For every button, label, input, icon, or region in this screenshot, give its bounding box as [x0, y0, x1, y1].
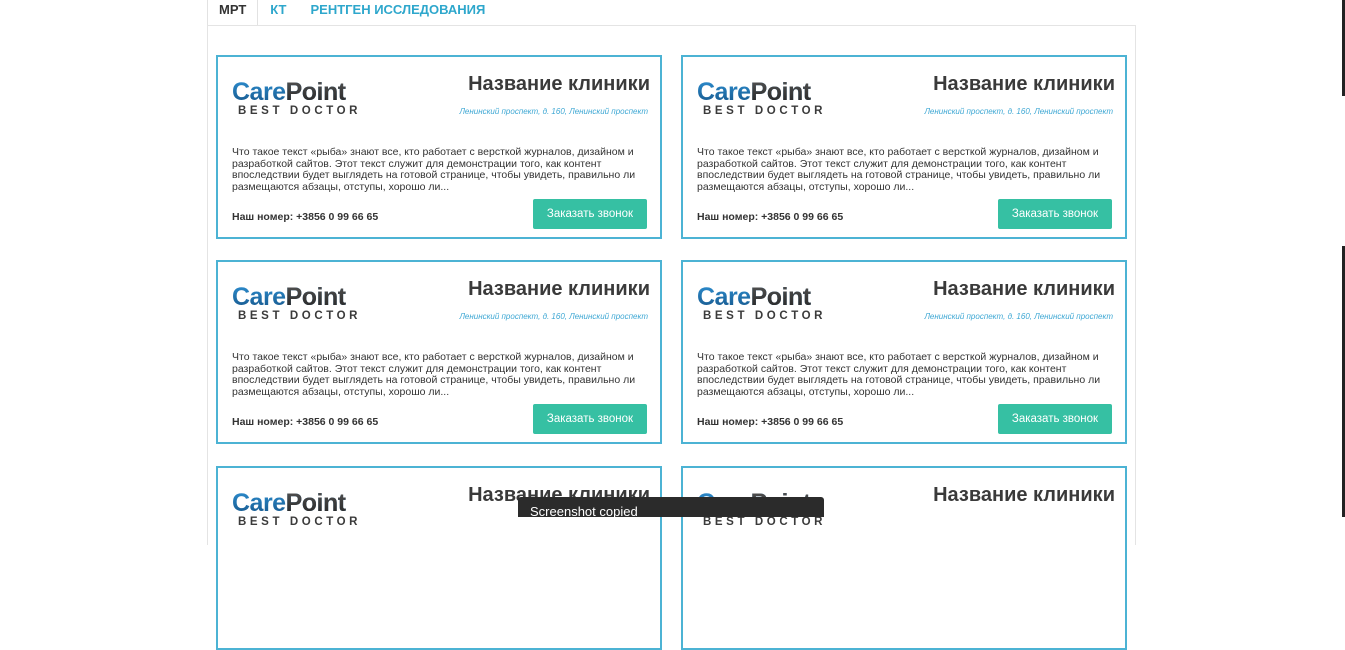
clinic-card: CarePoint BEST DOCTOR Название клиники	[216, 466, 662, 650]
clinic-card: CarePoint BEST DOCTOR Название клиники Л…	[216, 55, 662, 239]
clinic-description: Что такое текст «рыба» знают все, кто ра…	[232, 351, 636, 398]
tab-bar: МРТ КТ РЕНТГЕН ИССЛЕДОВАНИЯ	[207, 0, 497, 26]
tab-mri[interactable]: МРТ	[207, 0, 259, 26]
tab-xray[interactable]: РЕНТГЕН ИССЛЕДОВАНИЯ	[298, 0, 497, 26]
clinic-name: Название клиники	[933, 73, 1115, 95]
clinic-address: Ленинский проспект, д. 160, Ленинский пр…	[459, 107, 648, 116]
clinic-address: Ленинский проспект, д. 160, Ленинский пр…	[924, 107, 1113, 116]
logo-care-text: Care	[697, 283, 751, 311]
clinic-name: Название клиники	[933, 278, 1115, 300]
clinic-card: CarePoint BEST DOCTOR Название клиники Л…	[681, 260, 1127, 444]
logo-care-text: Care	[697, 78, 751, 106]
logo-point-text: Point	[750, 78, 812, 106]
clinic-description: Что такое текст «рыба» знают все, кто ра…	[232, 146, 636, 193]
logo-tagline: BEST DOCTOR	[238, 310, 362, 322]
logo-care-text: Care	[232, 283, 286, 311]
logo-tagline: BEST DOCTOR	[703, 310, 827, 322]
order-call-button[interactable]: Заказать звонок	[533, 404, 647, 434]
logo-tagline: BEST DOCTOR	[703, 516, 827, 528]
tab-ct[interactable]: КТ	[258, 0, 298, 26]
clinic-phone: Наш номер: +3856 0 99 66 65	[697, 211, 844, 223]
logo-care-text: Care	[232, 78, 286, 106]
clinic-description: Что такое текст «рыба» знают все, кто ра…	[697, 351, 1101, 398]
clinic-name: Название клиники	[468, 278, 650, 300]
clinic-logo: CarePoint BEST DOCTOR	[232, 79, 362, 123]
clinic-card: CarePoint BEST DOCTOR Название клиники	[681, 466, 1127, 650]
clinic-name: Название клиники	[468, 73, 650, 95]
screenshot-toast: Screenshot copied	[518, 497, 824, 517]
clinic-phone: Наш номер: +3856 0 99 66 65	[697, 416, 844, 428]
clinic-phone: Наш номер: +3856 0 99 66 65	[232, 211, 379, 223]
logo-tagline: BEST DOCTOR	[703, 105, 827, 117]
order-call-button[interactable]: Заказать звонок	[998, 199, 1112, 229]
clinic-logo: CarePoint BEST DOCTOR	[232, 284, 362, 328]
clinic-description: Что такое текст «рыба» знают все, кто ра…	[697, 146, 1101, 193]
logo-point-text: Point	[285, 78, 347, 106]
clinic-phone: Наш номер: +3856 0 99 66 65	[232, 416, 379, 428]
logo-point-text: Point	[750, 283, 812, 311]
clinic-logo: CarePoint BEST DOCTOR	[697, 79, 827, 123]
order-call-button[interactable]: Заказать звонок	[533, 199, 647, 229]
clinic-logo: CarePoint BEST DOCTOR	[232, 490, 362, 534]
logo-point-text: Point	[285, 489, 347, 517]
clinic-card: CarePoint BEST DOCTOR Название клиники Л…	[216, 260, 662, 444]
logo-tagline: BEST DOCTOR	[238, 516, 362, 528]
logo-care-text: Care	[232, 489, 286, 517]
clinic-address: Ленинский проспект, д. 160, Ленинский пр…	[924, 312, 1113, 321]
logo-tagline: BEST DOCTOR	[238, 105, 362, 117]
clinic-address: Ленинский проспект, д. 160, Ленинский пр…	[459, 312, 648, 321]
logo-point-text: Point	[285, 283, 347, 311]
clinic-logo: CarePoint BEST DOCTOR	[697, 284, 827, 328]
toast-text: Screenshot copied	[530, 504, 638, 518]
clinic-card: CarePoint BEST DOCTOR Название клиники Л…	[681, 55, 1127, 239]
clinic-name: Название клиники	[933, 484, 1115, 506]
order-call-button[interactable]: Заказать звонок	[998, 404, 1112, 434]
